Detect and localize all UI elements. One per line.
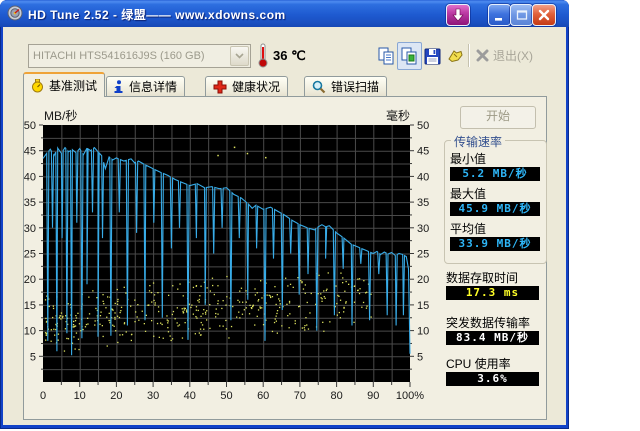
exit-label: 退出(X) — [493, 49, 533, 63]
health-icon — [213, 80, 227, 93]
exit-button[interactable]: 退出(X) — [476, 47, 533, 64]
svg-text:30: 30 — [147, 390, 159, 402]
svg-text:10: 10 — [24, 326, 36, 338]
drive-select-value: HITACHI HTS541616J9S (160 GB) — [33, 50, 205, 62]
benchmark-chart: 5 5 10 10 15 15 20 20 25 25 30 30 35 35 40 40 45 45 50 50 0 1… — [24, 108, 430, 402]
window-title: HD Tune 2.52 - 绿盟—— www.xdowns.com — [28, 8, 286, 22]
temperature-unit: ℃ — [291, 48, 306, 63]
copy-button[interactable] — [374, 42, 399, 70]
options-icon — [448, 49, 463, 62]
maximize-button[interactable] — [510, 4, 533, 26]
svg-text:毫秒: 毫秒 — [386, 108, 410, 123]
tab-label: 信息详情 — [129, 80, 178, 94]
svg-text:5: 5 — [417, 351, 423, 363]
svg-text:15: 15 — [24, 300, 36, 312]
svg-text:35: 35 — [417, 197, 429, 209]
svg-text:30: 30 — [24, 223, 36, 235]
tab-benchmark[interactable]: 基准测试 — [23, 72, 106, 97]
svg-text:100%: 100% — [396, 390, 424, 402]
svg-text:20: 20 — [417, 274, 429, 286]
download-button[interactable] — [446, 4, 470, 26]
svg-text:45: 45 — [24, 146, 36, 158]
save-button[interactable] — [420, 42, 445, 70]
svg-text:10: 10 — [417, 326, 429, 338]
save-icon — [424, 48, 441, 64]
download-arrow-icon — [452, 8, 464, 22]
start-button[interactable]: 开始 — [460, 106, 536, 129]
temperature-value: 36 — [273, 48, 288, 63]
tab-label: 健康状况 — [232, 80, 281, 94]
copy-icon — [378, 47, 394, 64]
tab-health[interactable]: 健康状况 — [205, 76, 289, 96]
svg-text:10: 10 — [74, 390, 86, 402]
svg-text:90: 90 — [367, 390, 379, 402]
stat-access-value: 17.3 ms — [446, 286, 539, 300]
svg-text:80: 80 — [330, 390, 342, 402]
combo-dropdown-button[interactable] — [230, 46, 249, 66]
toolbar-separator — [468, 44, 470, 67]
svg-text:MB/秒: MB/秒 — [44, 109, 77, 123]
stat-max-value: 45.9 MB/秒 — [450, 202, 540, 216]
svg-text:5: 5 — [30, 351, 36, 363]
screenshot-stage: HD Tune 2.52 - 绿盟—— www.xdowns.com HITAC… — [0, 0, 640, 431]
groupbox-title: 传输速率 — [451, 133, 506, 150]
close-button[interactable] — [532, 4, 556, 26]
tab-info[interactable]: 信息详情 — [106, 76, 186, 96]
titlebar[interactable]: HD Tune 2.52 - 绿盟—— www.xdowns.com — [0, 0, 569, 27]
temperature-readout: 36 ℃ — [273, 48, 306, 64]
svg-text:40: 40 — [24, 171, 36, 183]
options-button[interactable] — [443, 42, 468, 70]
maximize-icon — [516, 10, 527, 20]
stat-cpu-label: CPU 使用率 — [446, 357, 511, 371]
stat-avg-value: 33.9 MB/秒 — [450, 237, 540, 251]
svg-text:50: 50 — [220, 390, 232, 402]
stat-min-label: 最小值 — [450, 152, 487, 166]
svg-text:50: 50 — [24, 120, 36, 132]
tab-label: 基准测试 — [49, 79, 98, 93]
svg-text:50: 50 — [417, 120, 429, 132]
drive-select-combo[interactable]: HITACHI HTS541616J9S (160 GB) — [28, 44, 251, 68]
stat-max-label: 最大值 — [450, 187, 487, 201]
svg-text:15: 15 — [417, 300, 429, 312]
svg-text:0: 0 — [40, 390, 46, 402]
svg-text:40: 40 — [184, 390, 196, 402]
tab-error-scan[interactable]: 错误扫描 — [304, 76, 388, 96]
axis-unit-labels: MB/秒 毫秒 — [44, 108, 410, 123]
svg-text:25: 25 — [24, 249, 36, 261]
benchmark-icon — [32, 78, 43, 92]
stat-min-value: 5.2 MB/秒 — [450, 167, 540, 181]
close-icon — [538, 9, 550, 21]
minimize-button[interactable] — [488, 4, 511, 26]
svg-text:70: 70 — [294, 390, 306, 402]
chevron-down-icon — [235, 53, 244, 59]
stat-access-label: 数据存取时间 — [446, 271, 519, 285]
stat-cpu-value: 3.6% — [446, 372, 539, 386]
svg-text:25: 25 — [417, 249, 429, 261]
svg-text:60: 60 — [257, 390, 269, 402]
svg-text:20: 20 — [24, 274, 36, 286]
minimize-icon — [494, 18, 502, 21]
app-icon — [7, 5, 23, 21]
tab-label: 错误扫描 — [331, 80, 380, 94]
svg-text:35: 35 — [24, 197, 36, 209]
exit-x-icon — [476, 49, 489, 62]
svg-text:20: 20 — [110, 390, 122, 402]
copy-screenshot-button[interactable] — [397, 42, 422, 70]
thermometer-icon — [258, 43, 268, 68]
svg-text:30: 30 — [417, 223, 429, 235]
stat-burst-label: 突发数据传输率 — [446, 316, 531, 330]
magnifier-icon — [312, 80, 326, 93]
svg-text:40: 40 — [417, 171, 429, 183]
stat-avg-label: 平均值 — [450, 222, 487, 236]
svg-text:45: 45 — [417, 146, 429, 158]
copy-image-icon — [401, 47, 417, 64]
stat-burst-value: 83.4 MB/秒 — [446, 331, 539, 345]
info-icon — [114, 79, 123, 93]
